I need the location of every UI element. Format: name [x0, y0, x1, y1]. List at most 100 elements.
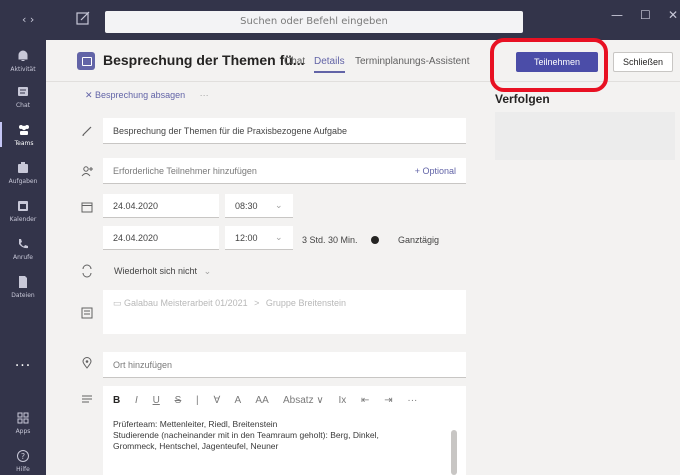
rail-item-calls[interactable]: Anrufe [0, 236, 46, 261]
phone-icon [19, 239, 28, 249]
channel-field[interactable]: ▭ Galabau Meisterarbeit 01/2021 > Gruppe… [103, 290, 466, 334]
description-text[interactable]: Prüferteam: Mettenleiter, Riedl, Breiten… [113, 419, 443, 452]
rail-item-help[interactable]: ? Hilfe [0, 448, 46, 473]
maximize-icon[interactable]: ☐ [640, 8, 651, 22]
duration-text: 3 Std. 30 Min. [302, 235, 358, 245]
location-placeholder: Ort hinzufügen [113, 360, 173, 370]
start-date-value: 24.04.2020 [113, 201, 159, 211]
rail-label: Aktivität [10, 66, 36, 73]
teams-icon [19, 125, 29, 135]
end-time-field[interactable]: 12:00 ⌄ [225, 226, 293, 250]
toolbar-divider: | [196, 395, 199, 406]
rail-label: Kalender [9, 216, 37, 223]
chevron-down-icon: ⌄ [275, 200, 283, 210]
tab-scheduling-assistant[interactable]: Terminplanungs-Assistent [355, 56, 470, 67]
channel-name: Galabau Meisterarbeit 01/2021 [124, 298, 248, 308]
tab-details[interactable]: Details [314, 56, 345, 73]
bold-button[interactable]: B [113, 395, 120, 406]
rail-label: Hilfe [16, 466, 30, 473]
attendees-field[interactable]: Erforderliche Teilnehmer hinzufügen + Op… [103, 158, 466, 184]
description-line: Grommeck, Hentschel, Jagenteufel, Neuner [113, 441, 279, 451]
chevron-down-icon: ⌄ [203, 266, 212, 276]
title-bar: ‹ › Suchen oder Befehl eingeben — ☐ ✕ [0, 0, 680, 40]
channel-icon: ▭ [113, 298, 122, 308]
app-rail: Aktivität Chat Teams Aufgaben Kalender A… [0, 40, 46, 475]
rail-label: Dateien [11, 292, 35, 299]
calendar-icon [18, 201, 28, 211]
chat-icon [18, 87, 28, 96]
title-value: Besprechung der Themen für die Praxisbez… [113, 126, 347, 136]
repeat-dropdown[interactable]: Wiederholt sich nicht ⌄ [114, 266, 211, 277]
follow-panel [495, 112, 675, 160]
svg-text:?: ? [21, 452, 25, 461]
clear-format-button[interactable]: Ix [338, 395, 346, 406]
compose-icon[interactable] [75, 10, 91, 26]
rail-item-teams[interactable]: Teams [0, 122, 46, 147]
end-date-value: 24.04.2020 [113, 233, 159, 243]
add-person-icon [81, 166, 93, 177]
start-time-field[interactable]: 08:30 ⌄ [225, 194, 293, 218]
description-editor[interactable]: B I U S | ∀ A AA Absatz ∨ Ix ⇤ ⇥ ··· Prü… [103, 386, 466, 475]
paragraph-dropdown[interactable]: Absatz ∨ [283, 395, 324, 406]
cancel-meeting-link[interactable]: ✕ Besprechung absagen [85, 90, 185, 100]
outdent-button[interactable]: ⇤ [361, 395, 369, 406]
meeting-icon [77, 52, 95, 70]
description-line: Studierende (nacheinander mit in den Tea… [113, 430, 379, 440]
search-input[interactable]: Suchen oder Befehl eingeben [105, 11, 523, 33]
close-button[interactable]: Schließen [613, 52, 673, 72]
channel-subgroup: Gruppe Breitenstein [265, 298, 346, 308]
channel-icon [81, 307, 93, 319]
chevron-down-icon: ⌄ [275, 232, 283, 242]
location-field[interactable]: Ort hinzufügen [103, 352, 466, 378]
attendees-placeholder: Erforderliche Teilnehmer hinzufügen [113, 166, 257, 176]
help-icon: ? [17, 450, 29, 462]
rail-item-chat[interactable]: Chat [0, 84, 46, 109]
back-forward-icon[interactable]: ‹ › [22, 13, 34, 26]
apps-icon [17, 412, 29, 424]
rail-label: Aufgaben [8, 178, 38, 185]
close-window-icon[interactable]: ✕ [668, 8, 678, 22]
highlight-button[interactable]: ∀ [213, 395, 220, 406]
bell-icon [18, 50, 28, 61]
files-icon [19, 276, 27, 288]
end-date-field[interactable]: 24.04.2020 [103, 226, 219, 250]
title-field[interactable]: Besprechung der Themen für die Praxisbez… [103, 118, 466, 144]
allday-toggle[interactable] [371, 236, 379, 244]
strikethrough-button[interactable]: S [175, 395, 182, 406]
pencil-icon [82, 126, 92, 136]
editor-toolbar: B I U S | ∀ A AA Absatz ∨ Ix ⇤ ⇥ ··· [113, 395, 429, 406]
follow-title: Verfolgen [495, 92, 550, 106]
channel-value: ▭ Galabau Meisterarbeit 01/2021 > Gruppe… [113, 298, 346, 309]
rail-item-activity[interactable]: Aktivität [0, 48, 46, 73]
end-time-value: 12:00 [235, 233, 258, 243]
optional-attendees-link[interactable]: + Optional [415, 166, 456, 176]
rail-item-tasks[interactable]: Aufgaben [0, 160, 46, 185]
channel-separator: > [254, 298, 260, 308]
action-row: ✕ Besprechung absagen ··· [85, 90, 209, 101]
cancel-meeting-label: Besprechung absagen [95, 90, 186, 100]
underline-button[interactable]: U [153, 395, 160, 406]
more-apps-icon[interactable]: ··· [0, 358, 46, 374]
more-options-icon[interactable]: ··· [200, 90, 209, 100]
font-color-button[interactable]: A [235, 395, 242, 406]
editor-scrollbar[interactable] [451, 430, 457, 475]
rail-item-calendar[interactable]: Kalender [0, 198, 46, 223]
rail-label: Apps [15, 428, 31, 435]
minimize-icon[interactable]: — [611, 8, 623, 22]
rail-item-apps[interactable]: Apps [0, 410, 46, 435]
tab-chat[interactable]: Chat [284, 56, 305, 67]
start-date-field[interactable]: 24.04.2020 [103, 194, 219, 218]
description-icon [82, 395, 92, 403]
highlight-annotation [490, 38, 608, 92]
location-icon [82, 357, 92, 369]
calendar-small-icon [81, 202, 93, 213]
more-formatting-button[interactable]: ··· [407, 395, 417, 406]
tasks-icon [18, 162, 28, 173]
font-size-button[interactable]: AA [255, 395, 268, 406]
repeat-value: Wiederholt sich nicht [114, 266, 198, 276]
rail-label: Chat [15, 102, 31, 109]
start-time-value: 08:30 [235, 201, 258, 211]
italic-button[interactable]: I [135, 395, 138, 406]
rail-item-files[interactable]: Dateien [0, 274, 46, 299]
indent-button[interactable]: ⇥ [384, 395, 392, 406]
